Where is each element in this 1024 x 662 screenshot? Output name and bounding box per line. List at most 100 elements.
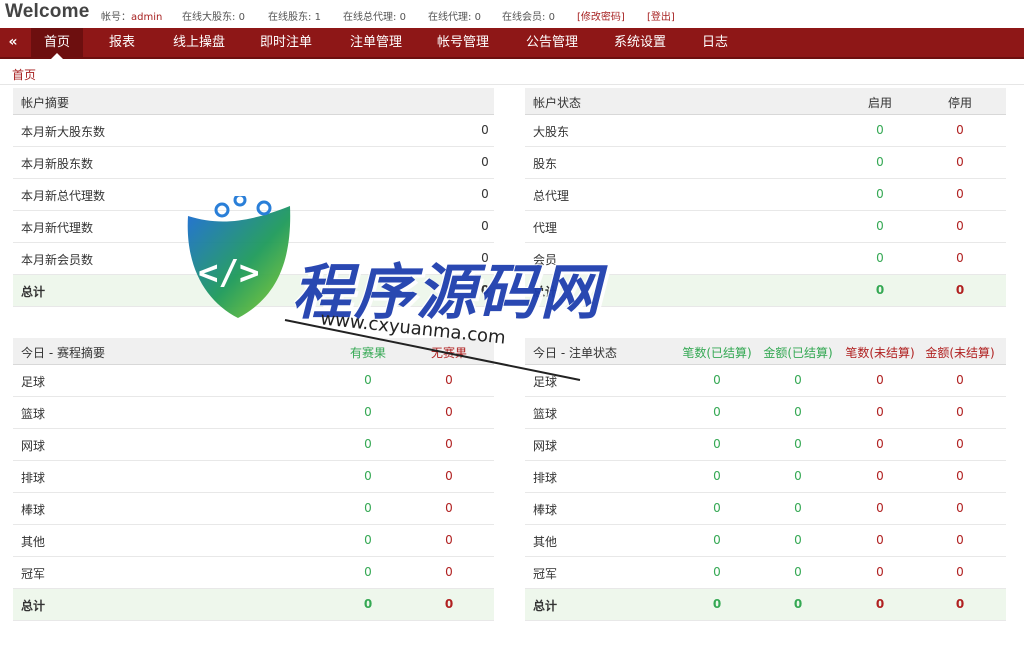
unsettled-amount: 0 — [956, 373, 964, 387]
unsettled-amount: 0 — [956, 565, 964, 579]
without-result-count: 0 — [445, 501, 453, 515]
row-label: 股东 — [533, 157, 558, 171]
with-result-count: 0 — [364, 469, 372, 483]
online-member-count: 在线会员: 0 — [502, 12, 555, 23]
without-result-count: 0 — [445, 469, 453, 483]
with-result-count: 0 — [364, 373, 372, 387]
row-label: 会员 — [533, 253, 558, 267]
row-label: 总计 — [21, 285, 46, 299]
without-result-count: 0 — [445, 405, 453, 419]
settled-amount: 0 — [794, 469, 802, 483]
disabled-count: 0 — [956, 123, 964, 137]
table-row: 网球 0 0 — [13, 429, 494, 461]
table-row: 足球 0 0 0 0 — [525, 365, 1006, 397]
table-row: 篮球 0 0 0 0 — [525, 397, 1006, 429]
enabled-count: 0 — [876, 251, 884, 265]
breadcrumb: 首页 — [0, 61, 1024, 85]
nav-item-notice-management[interactable]: 公告管理 — [526, 28, 578, 57]
settled-count: 0 — [713, 405, 721, 419]
enabled-count: 0 — [876, 219, 884, 233]
schedule-summary-title: 今日 - 赛程摘要 — [21, 346, 105, 360]
table-row: 棒球 0 0 — [13, 493, 494, 525]
row-label: 排球 — [533, 471, 558, 485]
with-result-count: 0 — [364, 565, 372, 579]
table-row: 股东 0 0 — [525, 147, 1006, 179]
column-header: 金额(已结算) — [763, 346, 833, 360]
with-result-count: 0 — [364, 533, 372, 547]
row-label: 网球 — [533, 439, 558, 453]
current-user-info: 帐号：admin — [101, 12, 163, 23]
bet-status-panel: 今日 - 注单状态 笔数(已结算) 金额(已结算) 笔数(未结算) 金额(未结算… — [525, 338, 1006, 621]
breadcrumb-home[interactable]: 首页 — [12, 66, 36, 83]
collapse-menu-icon[interactable]: « — [0, 28, 26, 57]
settled-amount: 0 — [794, 373, 802, 387]
table-row: 足球 0 0 — [13, 365, 494, 397]
table-row: 本月新股东数 0 — [13, 147, 494, 179]
settled-count: 0 — [713, 437, 721, 451]
settled-amount: 0 — [794, 405, 802, 419]
nav-item-account-management[interactable]: 帐号管理 — [437, 28, 489, 57]
with-result-count: 0 — [364, 405, 372, 419]
column-header: 笔数(已结算) — [682, 346, 752, 360]
unsettled-count: 0 — [876, 437, 884, 451]
settled-count: 0 — [713, 565, 721, 579]
row-label: 足球 — [533, 375, 558, 389]
with-result-count: 0 — [364, 501, 372, 515]
row-label: 其他 — [21, 535, 46, 549]
nav-item-live-bets[interactable]: 即时注单 — [260, 28, 312, 57]
unsettled-amount: 0 — [956, 533, 964, 547]
settled-amount: 0 — [794, 437, 802, 451]
unsettled-amount: 0 — [956, 469, 964, 483]
table-row: 本月新会员数 0 — [13, 243, 494, 275]
row-label: 排球 — [21, 471, 46, 485]
nav-item-home[interactable]: 首页 — [31, 28, 83, 59]
row-label: 本月新代理数 — [21, 221, 94, 235]
table-row: 其他 0 0 — [13, 525, 494, 557]
account-summary-panel: 帐户摘要 本月新大股东数 0 本月新股东数 0 本月新总代理数 0 本月新代理数… — [13, 88, 494, 307]
enabled-count: 0 — [876, 155, 884, 169]
without-result-count: 0 — [445, 373, 453, 387]
table-row: 本月新大股东数 0 — [13, 115, 494, 147]
row-label: 本月新大股东数 — [21, 125, 106, 139]
with-result-count: 0 — [364, 437, 372, 451]
total-row: 总计 0 0 — [13, 589, 494, 621]
disabled-count: 0 — [956, 187, 964, 201]
row-label: 棒球 — [21, 503, 46, 517]
online-big-holder-count: 在线大股东: 0 — [182, 12, 245, 23]
total-row: 总计 0 0 0 0 — [525, 589, 1006, 621]
disabled-count: 0 — [956, 251, 964, 265]
main-nav: « 首页 报表 线上操盘 即时注单 注单管理 帐号管理 公告管理 系统设置 日志 — [0, 28, 1024, 59]
account-summary-title: 帐户摘要 — [21, 96, 70, 110]
column-header: 无赛果 — [430, 346, 467, 360]
settled-count: 0 — [713, 501, 721, 515]
nav-item-live-trading[interactable]: 线上操盘 — [173, 28, 225, 57]
change-password-link[interactable]: [修改密码] — [577, 8, 625, 23]
row-value: 0 — [481, 155, 489, 169]
nav-item-logs[interactable]: 日志 — [702, 28, 728, 57]
without-result-count: 0 — [445, 533, 453, 547]
schedule-summary-header: 今日 - 赛程摘要 有赛果 无赛果 — [13, 338, 494, 365]
nav-item-reports[interactable]: 报表 — [109, 28, 135, 57]
row-label: 棒球 — [533, 503, 558, 517]
row-label: 总计 — [533, 285, 558, 299]
row-label: 本月新股东数 — [21, 157, 94, 171]
top-header: Welcome 帐号：admin 在线大股东: 0 在线股东: 1 在线总代理:… — [0, 0, 1024, 28]
column-header: 金额(未结算) — [925, 346, 995, 360]
table-row: 篮球 0 0 — [13, 397, 494, 429]
row-value: 0 — [481, 219, 489, 233]
nav-item-bet-management[interactable]: 注单管理 — [350, 28, 402, 57]
table-row: 棒球 0 0 0 0 — [525, 493, 1006, 525]
account-status-panel: 帐户状态 启用 停用 大股东 0 0 股东 0 0 总代理 0 0 代理 0 0… — [525, 88, 1006, 307]
table-row: 总代理 0 0 — [525, 179, 1006, 211]
logout-link[interactable]: [登出] — [647, 8, 675, 23]
table-row: 本月新总代理数 0 — [13, 179, 494, 211]
column-header: 笔数(未结算) — [845, 346, 915, 360]
row-label: 总计 — [533, 599, 558, 613]
nav-item-system-settings[interactable]: 系统设置 — [614, 28, 666, 57]
row-label: 本月新总代理数 — [21, 189, 106, 203]
unsettled-amount: 0 — [956, 437, 964, 451]
row-label: 代理 — [533, 221, 558, 235]
total-row: 总计 0 — [13, 275, 494, 307]
unsettled-count: 0 — [876, 565, 884, 579]
table-row: 冠军 0 0 — [13, 557, 494, 589]
